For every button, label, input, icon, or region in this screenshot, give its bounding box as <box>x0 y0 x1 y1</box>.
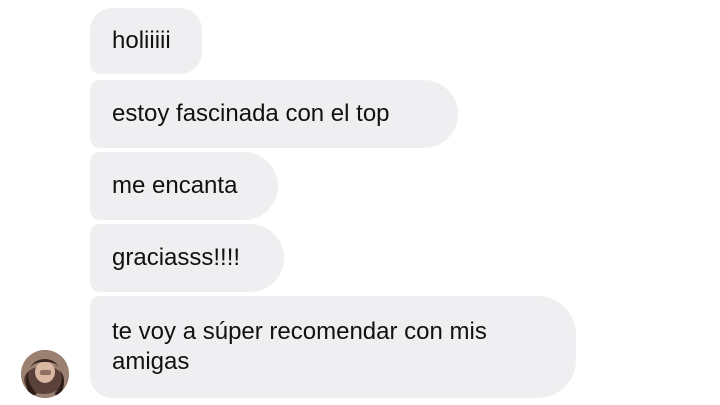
message-bubble[interactable]: estoy fascinada con el top <box>90 80 458 148</box>
message-bubble[interactable]: te voy a súper recomendar con mis amigas <box>90 296 576 398</box>
message-text: te voy a súper recomendar con mis amigas <box>112 318 487 375</box>
chat-thread: holiiiii estoy fascinada con el top me e… <box>0 0 720 405</box>
message-bubble[interactable]: graciasss!!!! <box>90 224 284 292</box>
message-bubble[interactable]: holiiiii <box>90 8 202 74</box>
profile-photo-icon <box>21 350 69 398</box>
avatar[interactable] <box>21 350 69 398</box>
message-bubble[interactable]: me encanta <box>90 152 278 220</box>
message-text: estoy fascinada con el top <box>112 100 390 127</box>
message-text: me encanta <box>112 172 238 199</box>
message-text: holiiiii <box>112 27 171 54</box>
message-text: graciasss!!!! <box>112 244 241 271</box>
